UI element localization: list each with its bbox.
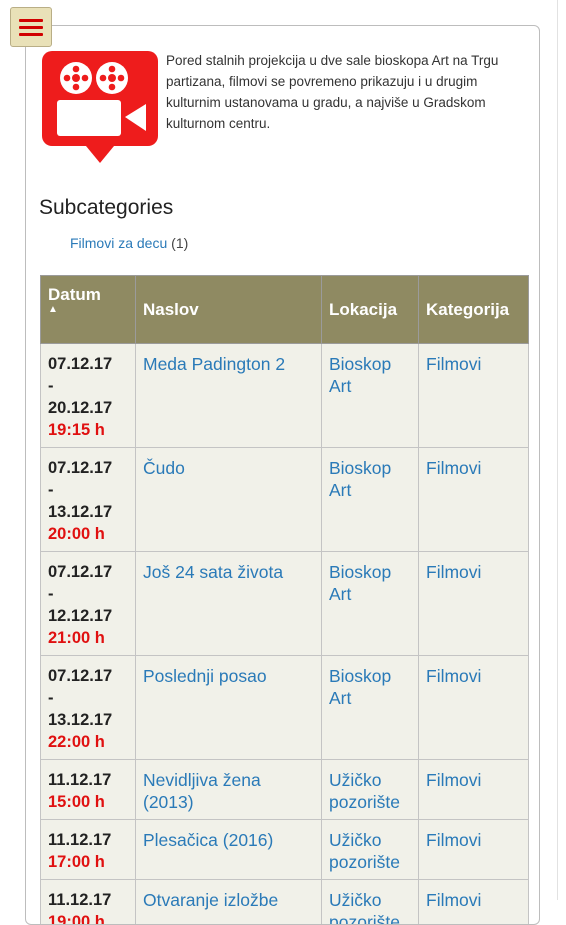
event-start-date: 07.12.17	[48, 353, 128, 375]
event-location-link[interactable]: Bioskop Art	[329, 354, 391, 396]
event-location-cell: Užičko pozorište	[322, 760, 419, 820]
event-category-link[interactable]: Filmovi	[426, 458, 481, 478]
event-title-link[interactable]: Plesačica (2016)	[143, 830, 273, 850]
subcategory-item: Filmovi za decu (1)	[70, 235, 188, 251]
event-location-cell: Užičko pozorište	[322, 880, 419, 925]
event-title-cell: Poslednji posao	[136, 656, 322, 760]
event-start-date: 07.12.17	[48, 457, 128, 479]
events-table: Datum ▲ Naslov Lokacija Kategorija 07.12…	[40, 275, 529, 925]
event-start-date: 07.12.17	[48, 561, 128, 583]
table-row: 11.12.17 19:00 h Otvaranje izložbe Užičk…	[41, 880, 529, 925]
hamburger-menu-icon-bar	[19, 26, 43, 29]
event-time: 19:00 h	[48, 911, 128, 925]
event-start-date: 07.12.17	[48, 665, 128, 687]
event-date-cell: 07.12.17 - 13.12.17 22:00 h	[41, 656, 136, 760]
event-end-date: 13.12.17	[48, 501, 128, 523]
intro-text: Pored stalnih projekcija u dve sale bios…	[166, 50, 521, 134]
table-header-row: Datum ▲ Naslov Lokacija Kategorija	[41, 276, 529, 344]
event-location-cell: Bioskop Art	[322, 552, 419, 656]
event-category-cell: Filmovi	[419, 552, 529, 656]
event-time: 15:00 h	[48, 791, 128, 813]
subcategory-link-filmovi-za-decu[interactable]: Filmovi za decu	[70, 235, 167, 251]
event-category-link[interactable]: Filmovi	[426, 830, 481, 850]
event-title-link[interactable]: Čudo	[143, 458, 185, 478]
table-row: 11.12.17 17:00 h Plesačica (2016) Užičko…	[41, 820, 529, 880]
event-category-link[interactable]: Filmovi	[426, 666, 481, 686]
table-row: 07.12.17 - 13.12.17 22:00 h Poslednji po…	[41, 656, 529, 760]
event-title-link[interactable]: Poslednji posao	[143, 666, 267, 686]
event-time: 20:00 h	[48, 523, 128, 545]
event-category-cell: Filmovi	[419, 880, 529, 925]
event-category-link[interactable]: Filmovi	[426, 354, 481, 374]
event-title-link[interactable]: Otvaranje izložbe	[143, 890, 278, 910]
event-time: 17:00 h	[48, 851, 128, 873]
page-edge-divider	[557, 0, 558, 900]
event-date-separator: -	[48, 687, 128, 709]
event-location-cell: Bioskop Art	[322, 656, 419, 760]
event-location-cell: Bioskop Art	[322, 344, 419, 448]
event-title-cell: Čudo	[136, 448, 322, 552]
event-time: 19:15 h	[48, 419, 128, 441]
event-title-cell: Još 24 sata života	[136, 552, 322, 656]
hamburger-menu-button[interactable]	[10, 7, 52, 47]
event-category-cell: Filmovi	[419, 656, 529, 760]
event-category-cell: Filmovi	[419, 820, 529, 880]
event-date-cell: 07.12.17 - 13.12.17 20:00 h	[41, 448, 136, 552]
event-category-link[interactable]: Filmovi	[426, 562, 481, 582]
event-date-cell: 07.12.17 - 12.12.17 21:00 h	[41, 552, 136, 656]
event-time: 21:00 h	[48, 627, 128, 649]
event-category-link[interactable]: Filmovi	[426, 770, 481, 790]
table-row: 07.12.17 - 12.12.17 21:00 h Još 24 sata …	[41, 552, 529, 656]
event-title-cell: Meda Padington 2	[136, 344, 322, 448]
event-start-date: 11.12.17	[48, 769, 128, 791]
event-location-link[interactable]: Užičko pozorište	[329, 890, 400, 925]
column-header-datum[interactable]: Datum ▲	[41, 276, 136, 344]
hamburger-menu-icon-bar	[19, 33, 43, 36]
event-date-separator: -	[48, 583, 128, 605]
event-end-date: 12.12.17	[48, 605, 128, 627]
event-title-cell: Otvaranje izložbe	[136, 880, 322, 925]
event-title-link[interactable]: Još 24 sata života	[143, 562, 283, 582]
column-header-kategorija: Kategorija	[419, 276, 529, 344]
hamburger-menu-icon-bar	[19, 19, 43, 22]
content-card: Pored stalnih projekcija u dve sale bios…	[25, 25, 540, 925]
table-row: 07.12.17 - 13.12.17 20:00 h Čudo Bioskop…	[41, 448, 529, 552]
event-start-date: 11.12.17	[48, 829, 128, 851]
event-end-date: 13.12.17	[48, 709, 128, 731]
column-header-lokacija: Lokacija	[322, 276, 419, 344]
event-end-date: 20.12.17	[48, 397, 128, 419]
event-location-link[interactable]: Bioskop Art	[329, 562, 391, 604]
event-title-cell: Nevidljiva žena (2013)	[136, 760, 322, 820]
event-date-cell: 11.12.17 19:00 h	[41, 880, 136, 925]
event-location-cell: Bioskop Art	[322, 448, 419, 552]
column-header-datum-label: Datum	[48, 285, 101, 304]
event-category-cell: Filmovi	[419, 448, 529, 552]
subcategory-count: (1)	[171, 235, 188, 251]
event-date-cell: 07.12.17 - 20.12.17 19:15 h	[41, 344, 136, 448]
event-start-date: 11.12.17	[48, 889, 128, 911]
table-row: 11.12.17 15:00 h Nevidljiva žena (2013) …	[41, 760, 529, 820]
event-location-link[interactable]: Užičko pozorište	[329, 830, 400, 872]
event-date-separator: -	[48, 375, 128, 397]
event-category-cell: Filmovi	[419, 344, 529, 448]
event-date-cell: 11.12.17 15:00 h	[41, 760, 136, 820]
event-date-separator: -	[48, 479, 128, 501]
event-category-cell: Filmovi	[419, 760, 529, 820]
event-location-link[interactable]: Bioskop Art	[329, 458, 391, 500]
event-location-link[interactable]: Bioskop Art	[329, 666, 391, 708]
event-title-cell: Plesačica (2016)	[136, 820, 322, 880]
event-title-link[interactable]: Meda Padington 2	[143, 354, 285, 374]
event-time: 22:00 h	[48, 731, 128, 753]
sort-ascending-icon: ▲	[48, 305, 128, 315]
film-camera-icon	[42, 51, 158, 169]
event-date-cell: 11.12.17 17:00 h	[41, 820, 136, 880]
column-header-naslov: Naslov	[136, 276, 322, 344]
event-category-link[interactable]: Filmovi	[426, 890, 481, 910]
event-location-cell: Užičko pozorište	[322, 820, 419, 880]
table-row: 07.12.17 - 20.12.17 19:15 h Meda Padingt…	[41, 344, 529, 448]
event-title-link[interactable]: Nevidljiva žena (2013)	[143, 770, 261, 812]
subcategories-heading: Subcategories	[39, 196, 173, 220]
event-location-link[interactable]: Užičko pozorište	[329, 770, 400, 812]
